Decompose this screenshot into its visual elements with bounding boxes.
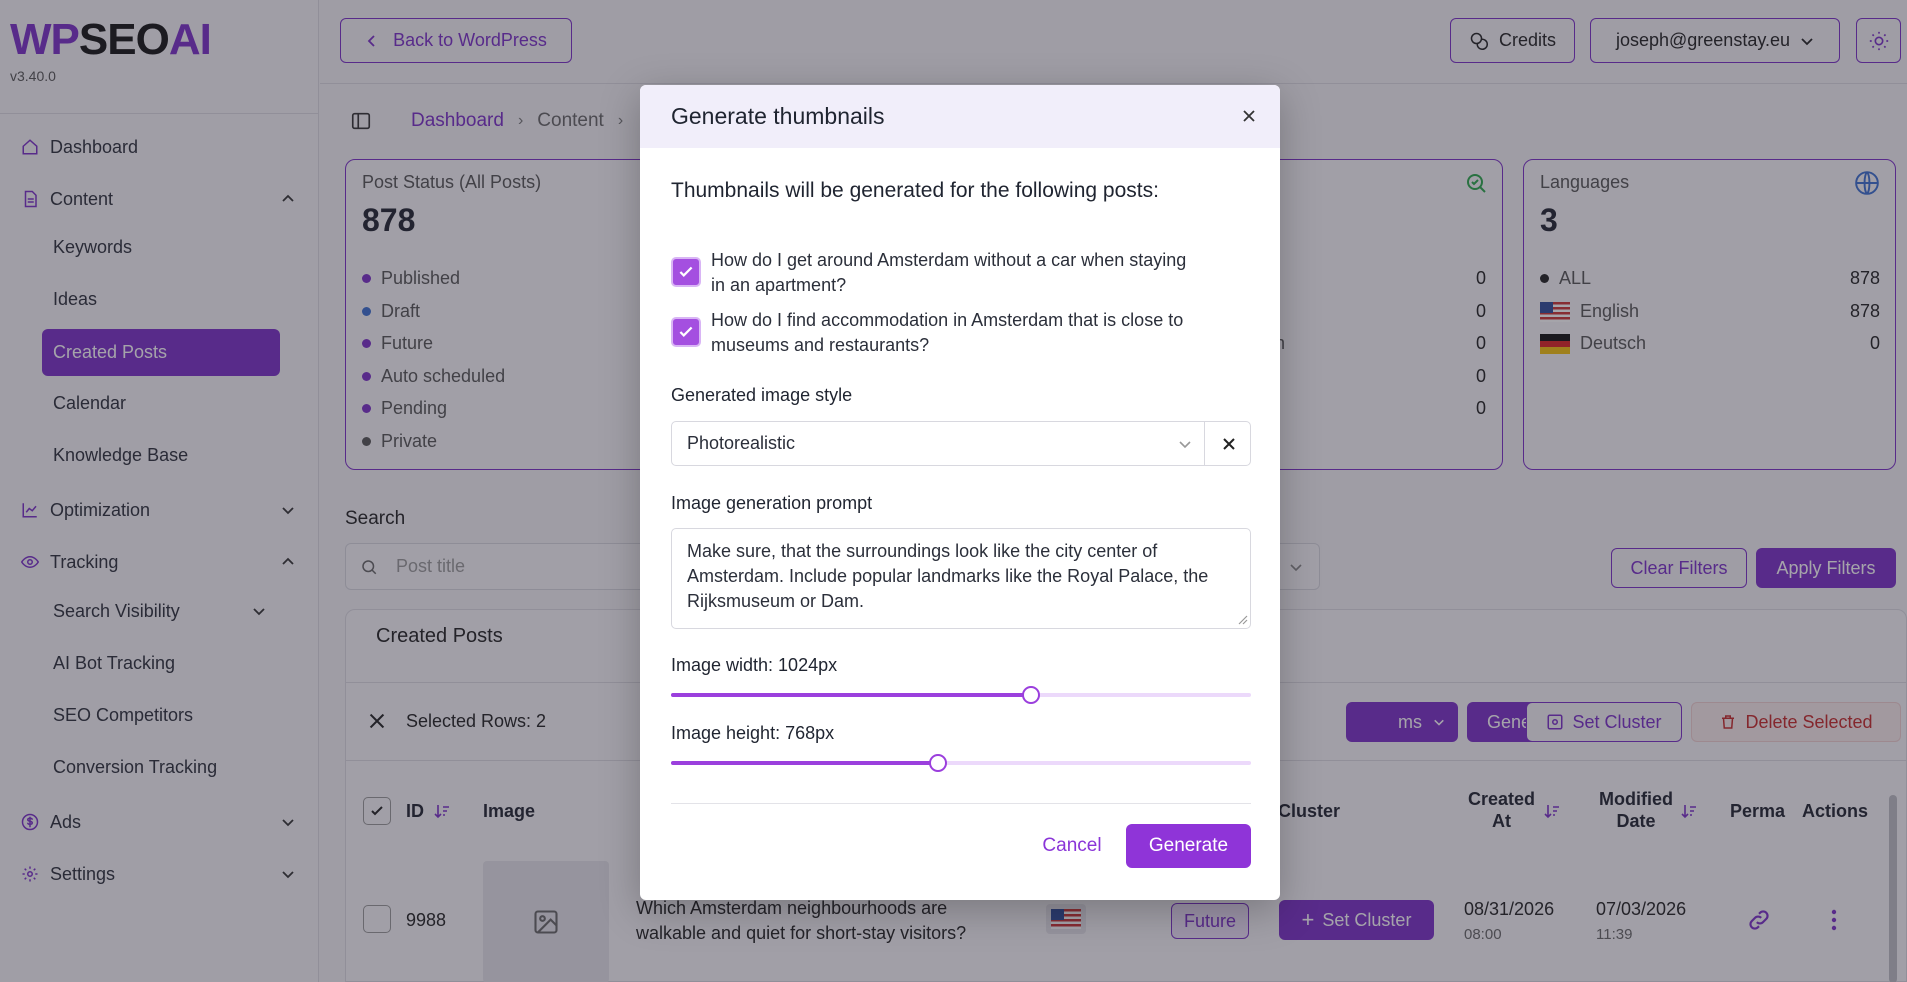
post-checkbox-label[interactable]: How do I find accommodation in Amsterdam…: [711, 308, 1256, 358]
check-icon: [679, 266, 693, 277]
generate-thumbnails-dialog: Generate thumbnails Thumbnails will be g…: [640, 85, 1280, 900]
dialog-title: Generate thumbnails: [671, 103, 885, 129]
close-icon[interactable]: [1238, 105, 1260, 127]
image-width-slider[interactable]: [671, 686, 1251, 704]
post-checkbox[interactable]: [671, 257, 701, 287]
image-style-label: Generated image style: [671, 385, 853, 405]
resize-handle-icon[interactable]: [1238, 615, 1248, 625]
image-height-label: Image height: 768px: [671, 723, 835, 743]
cancel-button[interactable]: Cancel: [1022, 824, 1122, 868]
dialog-intro: Thumbnails will be generated for the fol…: [671, 179, 1159, 202]
image-style-value: Photorealistic: [687, 433, 796, 453]
post-checkbox[interactable]: [671, 317, 701, 347]
dialog-divider: [671, 803, 1251, 804]
generate-button[interactable]: Generate: [1126, 824, 1251, 868]
image-height-slider[interactable]: [671, 754, 1251, 772]
slider-fill: [671, 761, 938, 765]
chevron-down-icon[interactable]: [1177, 436, 1193, 452]
select-separator: [1204, 422, 1205, 465]
slider-thumb[interactable]: [928, 754, 947, 772]
clear-icon[interactable]: [1218, 433, 1240, 455]
dialog-header: Generate thumbnails: [640, 85, 1280, 148]
post-checkbox-label[interactable]: How do I get around Amsterdam without a …: [711, 248, 1256, 298]
prompt-textarea[interactable]: Make sure, that the surroundings look li…: [671, 528, 1251, 629]
image-style-select[interactable]: Photorealistic: [671, 421, 1251, 466]
slider-fill: [671, 693, 1031, 697]
image-width-label: Image width: 1024px: [671, 655, 838, 675]
prompt-label: Image generation prompt: [671, 493, 873, 513]
slider-thumb[interactable]: [1021, 686, 1040, 704]
check-icon: [679, 326, 693, 337]
